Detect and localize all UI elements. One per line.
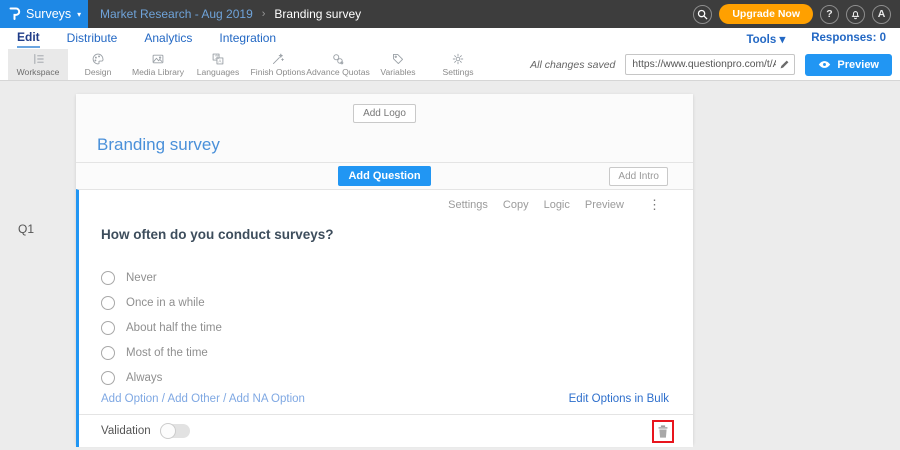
tab-edit[interactable]: Edit bbox=[17, 30, 40, 48]
tools-menu[interactable]: Tools ▾ bbox=[746, 32, 785, 46]
option-row: Always bbox=[101, 365, 693, 390]
toggle-knob bbox=[160, 423, 176, 439]
option-label[interactable]: Once in a while bbox=[126, 297, 205, 309]
tab-integration[interactable]: Integration bbox=[219, 31, 276, 47]
delete-question-button[interactable] bbox=[657, 424, 669, 439]
trash-icon bbox=[657, 424, 669, 439]
tag-icon bbox=[391, 52, 405, 66]
questionpro-logo-icon bbox=[9, 7, 21, 21]
question-number: Q1 bbox=[18, 222, 34, 236]
toolbar-item-finish-options[interactable]: Finish Options bbox=[248, 49, 308, 80]
option-links-row: Add Option / Add Other / Add NA Option E… bbox=[101, 393, 669, 407]
gear-icon bbox=[451, 52, 465, 66]
editor-content: Q1 Add Logo Branding survey Add Question… bbox=[0, 81, 900, 450]
tab-distribute[interactable]: Distribute bbox=[67, 31, 118, 47]
toolbar-item-media-library[interactable]: Media Library bbox=[128, 49, 188, 80]
nav-right: Tools ▾ Responses: 0 bbox=[746, 32, 900, 46]
option-row: Most of the time bbox=[101, 340, 693, 365]
bell-icon bbox=[850, 8, 861, 20]
survey-card: Add Logo Branding survey Add Question Ad… bbox=[76, 94, 693, 444]
radio-button[interactable] bbox=[101, 371, 115, 385]
add-intro-button[interactable]: Add Intro bbox=[609, 167, 668, 186]
radio-button[interactable] bbox=[101, 271, 115, 285]
survey-title[interactable]: Branding survey bbox=[97, 135, 693, 155]
validation-label: Validation bbox=[101, 425, 151, 437]
breadcrumb-separator: › bbox=[262, 8, 266, 20]
question-preview-link[interactable]: Preview bbox=[585, 199, 624, 211]
notifications-button[interactable] bbox=[846, 5, 865, 24]
top-bar: Surveys ▾ Market Research - Aug 2019 › B… bbox=[0, 0, 900, 28]
radio-button[interactable] bbox=[101, 346, 115, 360]
upgrade-now-button[interactable]: Upgrade Now bbox=[719, 4, 813, 24]
breadcrumb-parent[interactable]: Market Research - Aug 2019 bbox=[100, 7, 253, 21]
survey-url-field[interactable]: https://www.questionpro.com/t/APNrFZ bbox=[625, 54, 795, 75]
question-block: Settings Copy Logic Preview ⋮ How often … bbox=[76, 189, 693, 447]
option-label[interactable]: Most of the time bbox=[126, 347, 208, 359]
toolbar-item-design[interactable]: Design bbox=[68, 49, 128, 80]
toolbar-right: All changes saved https://www.questionpr… bbox=[530, 49, 900, 80]
survey-url-value: https://www.questionpro.com/t/APNrFZ bbox=[632, 59, 776, 70]
option-row: Once in a while bbox=[101, 290, 693, 315]
palette-icon bbox=[91, 52, 105, 66]
magic-wand-icon bbox=[271, 52, 285, 66]
toolbar-item-workspace[interactable]: Workspace bbox=[8, 49, 68, 80]
validation-row: Validation bbox=[79, 414, 693, 447]
question-logic-link[interactable]: Logic bbox=[544, 199, 570, 211]
option-label[interactable]: Never bbox=[126, 272, 157, 284]
add-logo-button[interactable]: Add Logo bbox=[353, 104, 416, 123]
preview-button[interactable]: Preview bbox=[805, 54, 892, 76]
search-button[interactable] bbox=[693, 5, 712, 24]
translate-icon: 文A bbox=[211, 52, 225, 66]
topbar-actions: Upgrade Now ? A bbox=[693, 4, 900, 24]
question-settings-link[interactable]: Settings bbox=[448, 199, 488, 211]
search-icon bbox=[697, 9, 708, 20]
edit-options-in-bulk-link[interactable]: Edit Options in Bulk bbox=[569, 393, 669, 407]
option-row: About half the time bbox=[101, 315, 693, 340]
highlight-box bbox=[652, 420, 674, 443]
responses-count[interactable]: Responses: 0 bbox=[811, 32, 886, 46]
question-text[interactable]: How often do you conduct surveys? bbox=[101, 226, 693, 243]
edit-url-button[interactable] bbox=[776, 59, 790, 70]
toolbar-item-languages[interactable]: 文A Languages bbox=[188, 49, 248, 80]
workspace-icon bbox=[31, 52, 45, 66]
links-icon bbox=[331, 52, 345, 66]
option-label[interactable]: About half the time bbox=[126, 322, 222, 334]
tab-analytics[interactable]: Analytics bbox=[144, 31, 192, 47]
radio-button[interactable] bbox=[101, 296, 115, 310]
editor-toolbar: Workspace Design Media Library 文A Langua… bbox=[0, 49, 900, 81]
add-question-button[interactable]: Add Question bbox=[338, 166, 430, 186]
toolbar-item-advance-quotas[interactable]: Advance Quotas bbox=[308, 49, 368, 80]
pencil-icon bbox=[779, 59, 790, 70]
surveys-menu[interactable]: Surveys ▾ bbox=[0, 0, 88, 28]
breadcrumb-current: Branding survey bbox=[274, 7, 361, 21]
help-button[interactable]: ? bbox=[820, 5, 839, 24]
toolbar-item-settings[interactable]: Settings bbox=[428, 49, 488, 80]
breadcrumb: Market Research - Aug 2019 › Branding su… bbox=[100, 7, 361, 21]
question-toolbar: Settings Copy Logic Preview ⋮ bbox=[79, 190, 693, 220]
radio-button[interactable] bbox=[101, 321, 115, 335]
save-status: All changes saved bbox=[530, 59, 615, 71]
option-row: Never bbox=[101, 265, 693, 290]
section-nav: Edit Distribute Analytics Integration To… bbox=[0, 28, 900, 49]
avatar[interactable]: A bbox=[872, 5, 891, 24]
eye-icon bbox=[818, 60, 831, 69]
kebab-menu-icon[interactable]: ⋮ bbox=[648, 197, 661, 213]
option-label[interactable]: Always bbox=[126, 372, 162, 384]
validation-toggle[interactable] bbox=[160, 424, 190, 438]
logo-row: Add Logo bbox=[76, 94, 693, 123]
surveys-menu-label: Surveys bbox=[26, 7, 71, 21]
question-copy-link[interactable]: Copy bbox=[503, 199, 529, 211]
image-icon bbox=[151, 52, 165, 66]
add-option-links[interactable]: Add Option / Add Other / Add NA Option bbox=[101, 393, 305, 407]
toolbar-item-variables[interactable]: Variables bbox=[368, 49, 428, 80]
answer-options: Never Once in a while About half the tim… bbox=[101, 265, 693, 390]
chevron-down-icon: ▾ bbox=[77, 10, 81, 19]
survey-actions-row: Add Question Add Intro bbox=[76, 162, 693, 189]
